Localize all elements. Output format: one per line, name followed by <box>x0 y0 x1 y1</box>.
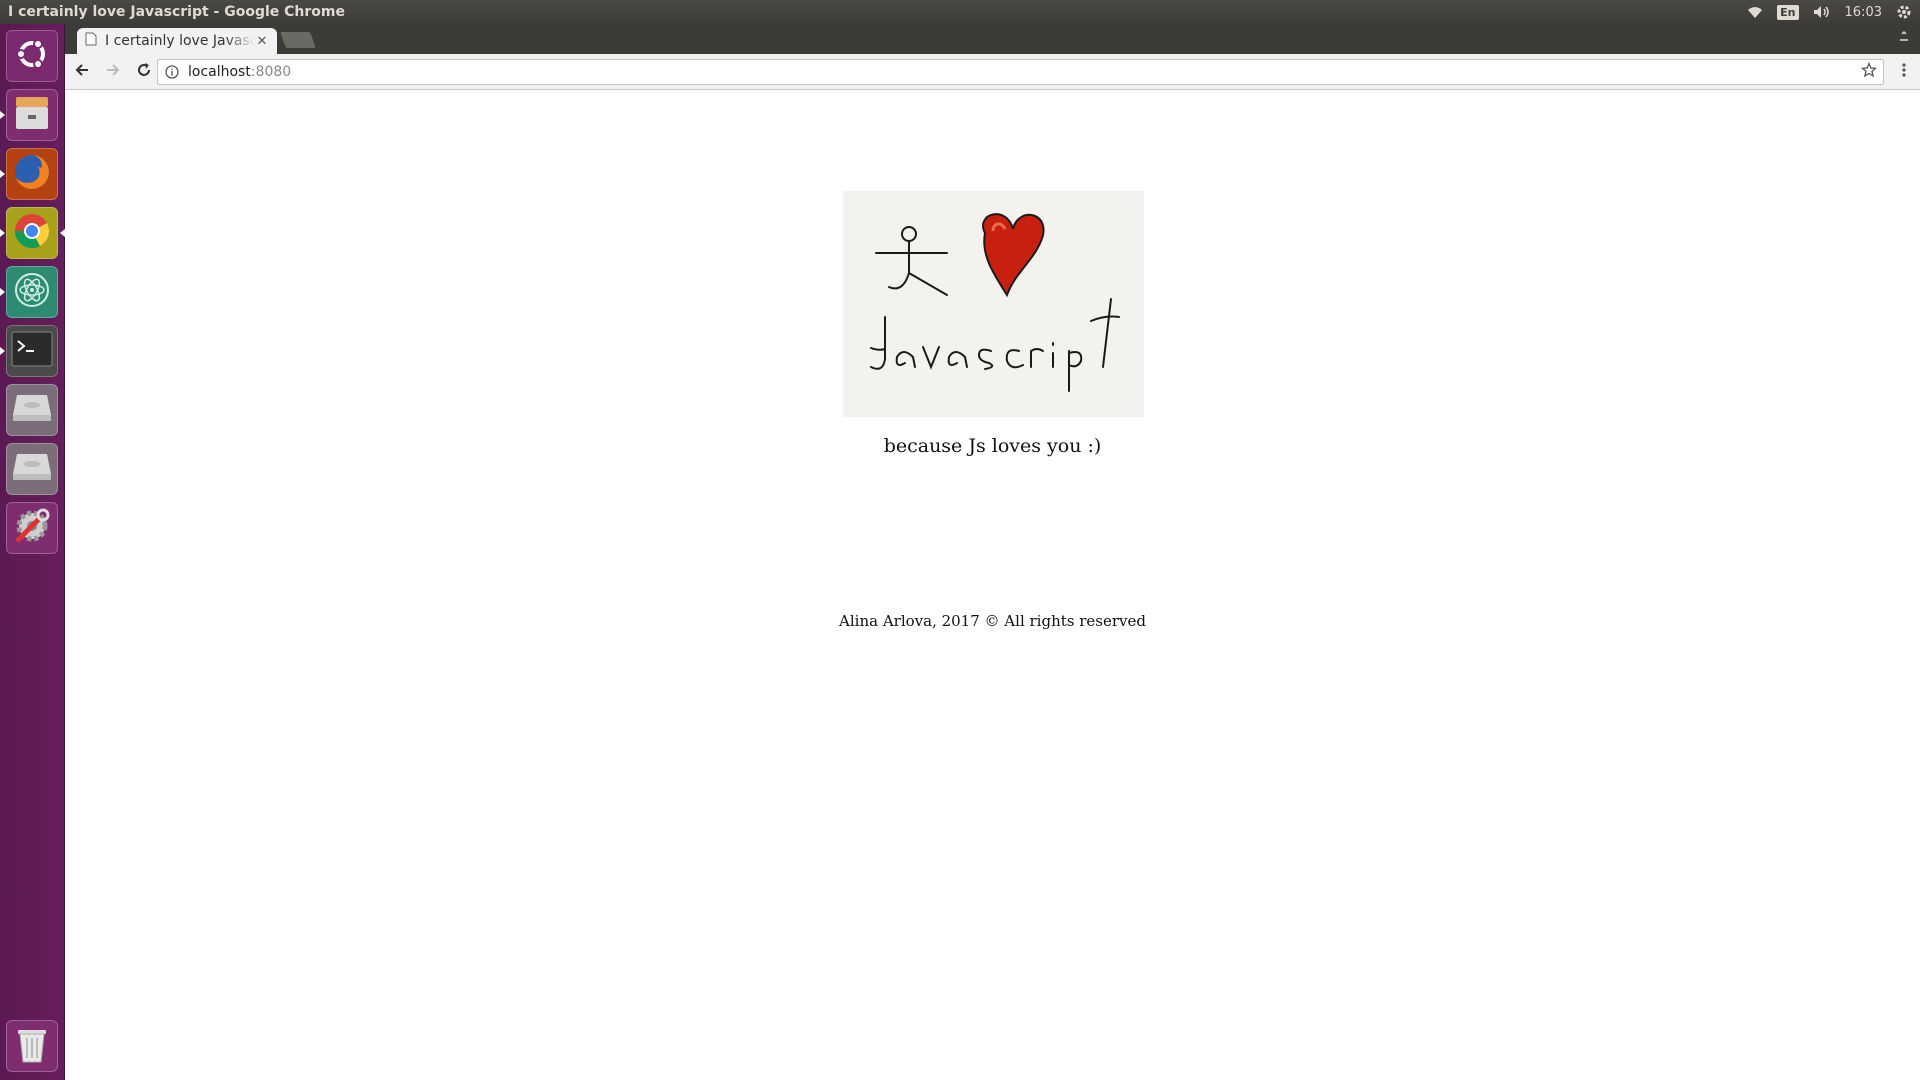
arrow-right-icon <box>105 62 121 82</box>
reload-button[interactable] <box>130 58 158 86</box>
terminal-launcher[interactable] <box>0 325 58 377</box>
gear-icon[interactable] <box>1896 4 1912 20</box>
hard-drive-icon <box>11 393 53 427</box>
ubuntu-logo-icon <box>14 36 50 76</box>
ubuntu-dash-button[interactable] <box>6 30 58 82</box>
i-love-javascript-drawing <box>870 213 1120 392</box>
running-indicator <box>0 111 5 119</box>
trash-launcher[interactable] <box>6 1020 58 1072</box>
atom-icon <box>12 270 52 314</box>
window-control-icon[interactable] <box>1896 28 1912 44</box>
tab-active[interactable]: I certainly love Javascript ✕ <box>77 28 277 54</box>
system-settings-launcher[interactable] <box>6 502 58 554</box>
running-indicator <box>0 229 5 237</box>
kebab-menu-icon <box>1902 62 1906 82</box>
url-host: localhost <box>188 64 251 80</box>
clock[interactable]: 16:03 <box>1845 5 1882 20</box>
atom-launcher[interactable] <box>0 266 58 318</box>
back-button[interactable] <box>68 58 96 86</box>
system-tray: En 16:03 <box>1747 4 1912 20</box>
top-panel: I certainly love Javascript - Google Chr… <box>0 0 1920 24</box>
hard-drive-icon <box>11 452 53 486</box>
reload-icon <box>136 62 152 82</box>
forward-button[interactable] <box>99 58 127 86</box>
running-indicator <box>0 347 5 355</box>
caption: because Js loves you :) <box>883 435 1102 457</box>
files-launcher[interactable] <box>0 89 58 141</box>
page-viewport: because Js loves you :) Alina Arlova, 20… <box>65 91 1920 1080</box>
info-icon[interactable] <box>164 64 180 80</box>
browser-window: I certainly love Javascript ✕ <box>65 24 1920 1080</box>
tab-close-icon[interactable]: ✕ <box>255 34 269 49</box>
browser-menu-button[interactable] <box>1894 62 1914 82</box>
firefox-icon <box>11 151 53 197</box>
keyboard-layout-indicator[interactable]: En <box>1777 4 1799 20</box>
running-indicator <box>0 170 5 178</box>
page-icon <box>85 32 97 50</box>
new-tab-button[interactable] <box>280 32 316 48</box>
tab-title: I certainly love Javascript <box>105 33 255 49</box>
terminal-icon <box>11 331 53 371</box>
hero-image <box>843 191 1144 417</box>
firefox-launcher[interactable] <box>0 148 58 200</box>
chrome-icon <box>12 211 52 255</box>
browser-toolbar: localhost:8080 <box>65 54 1920 90</box>
drive-launcher-1[interactable] <box>6 384 58 436</box>
wifi-icon[interactable] <box>1747 5 1763 19</box>
volume-icon[interactable] <box>1813 5 1831 19</box>
settings-wrench-icon <box>11 505 53 551</box>
file-cabinet-icon <box>12 93 52 137</box>
running-indicator <box>0 288 5 296</box>
window-title: I certainly love Javascript - Google Chr… <box>8 4 345 20</box>
drive-launcher-2[interactable] <box>6 443 58 495</box>
chrome-launcher[interactable] <box>0 207 65 259</box>
footer-copyright: Alina Arlova, 2017 © All rights reserved <box>839 612 1146 630</box>
url-port: :8080 <box>250 64 292 80</box>
arrow-left-icon <box>74 62 90 82</box>
star-icon[interactable] <box>1860 61 1878 82</box>
trash-icon <box>14 1024 50 1068</box>
launcher <box>0 24 65 1080</box>
tab-strip: I certainly love Javascript ✕ <box>65 24 1920 54</box>
address-bar[interactable]: localhost:8080 <box>157 59 1884 85</box>
